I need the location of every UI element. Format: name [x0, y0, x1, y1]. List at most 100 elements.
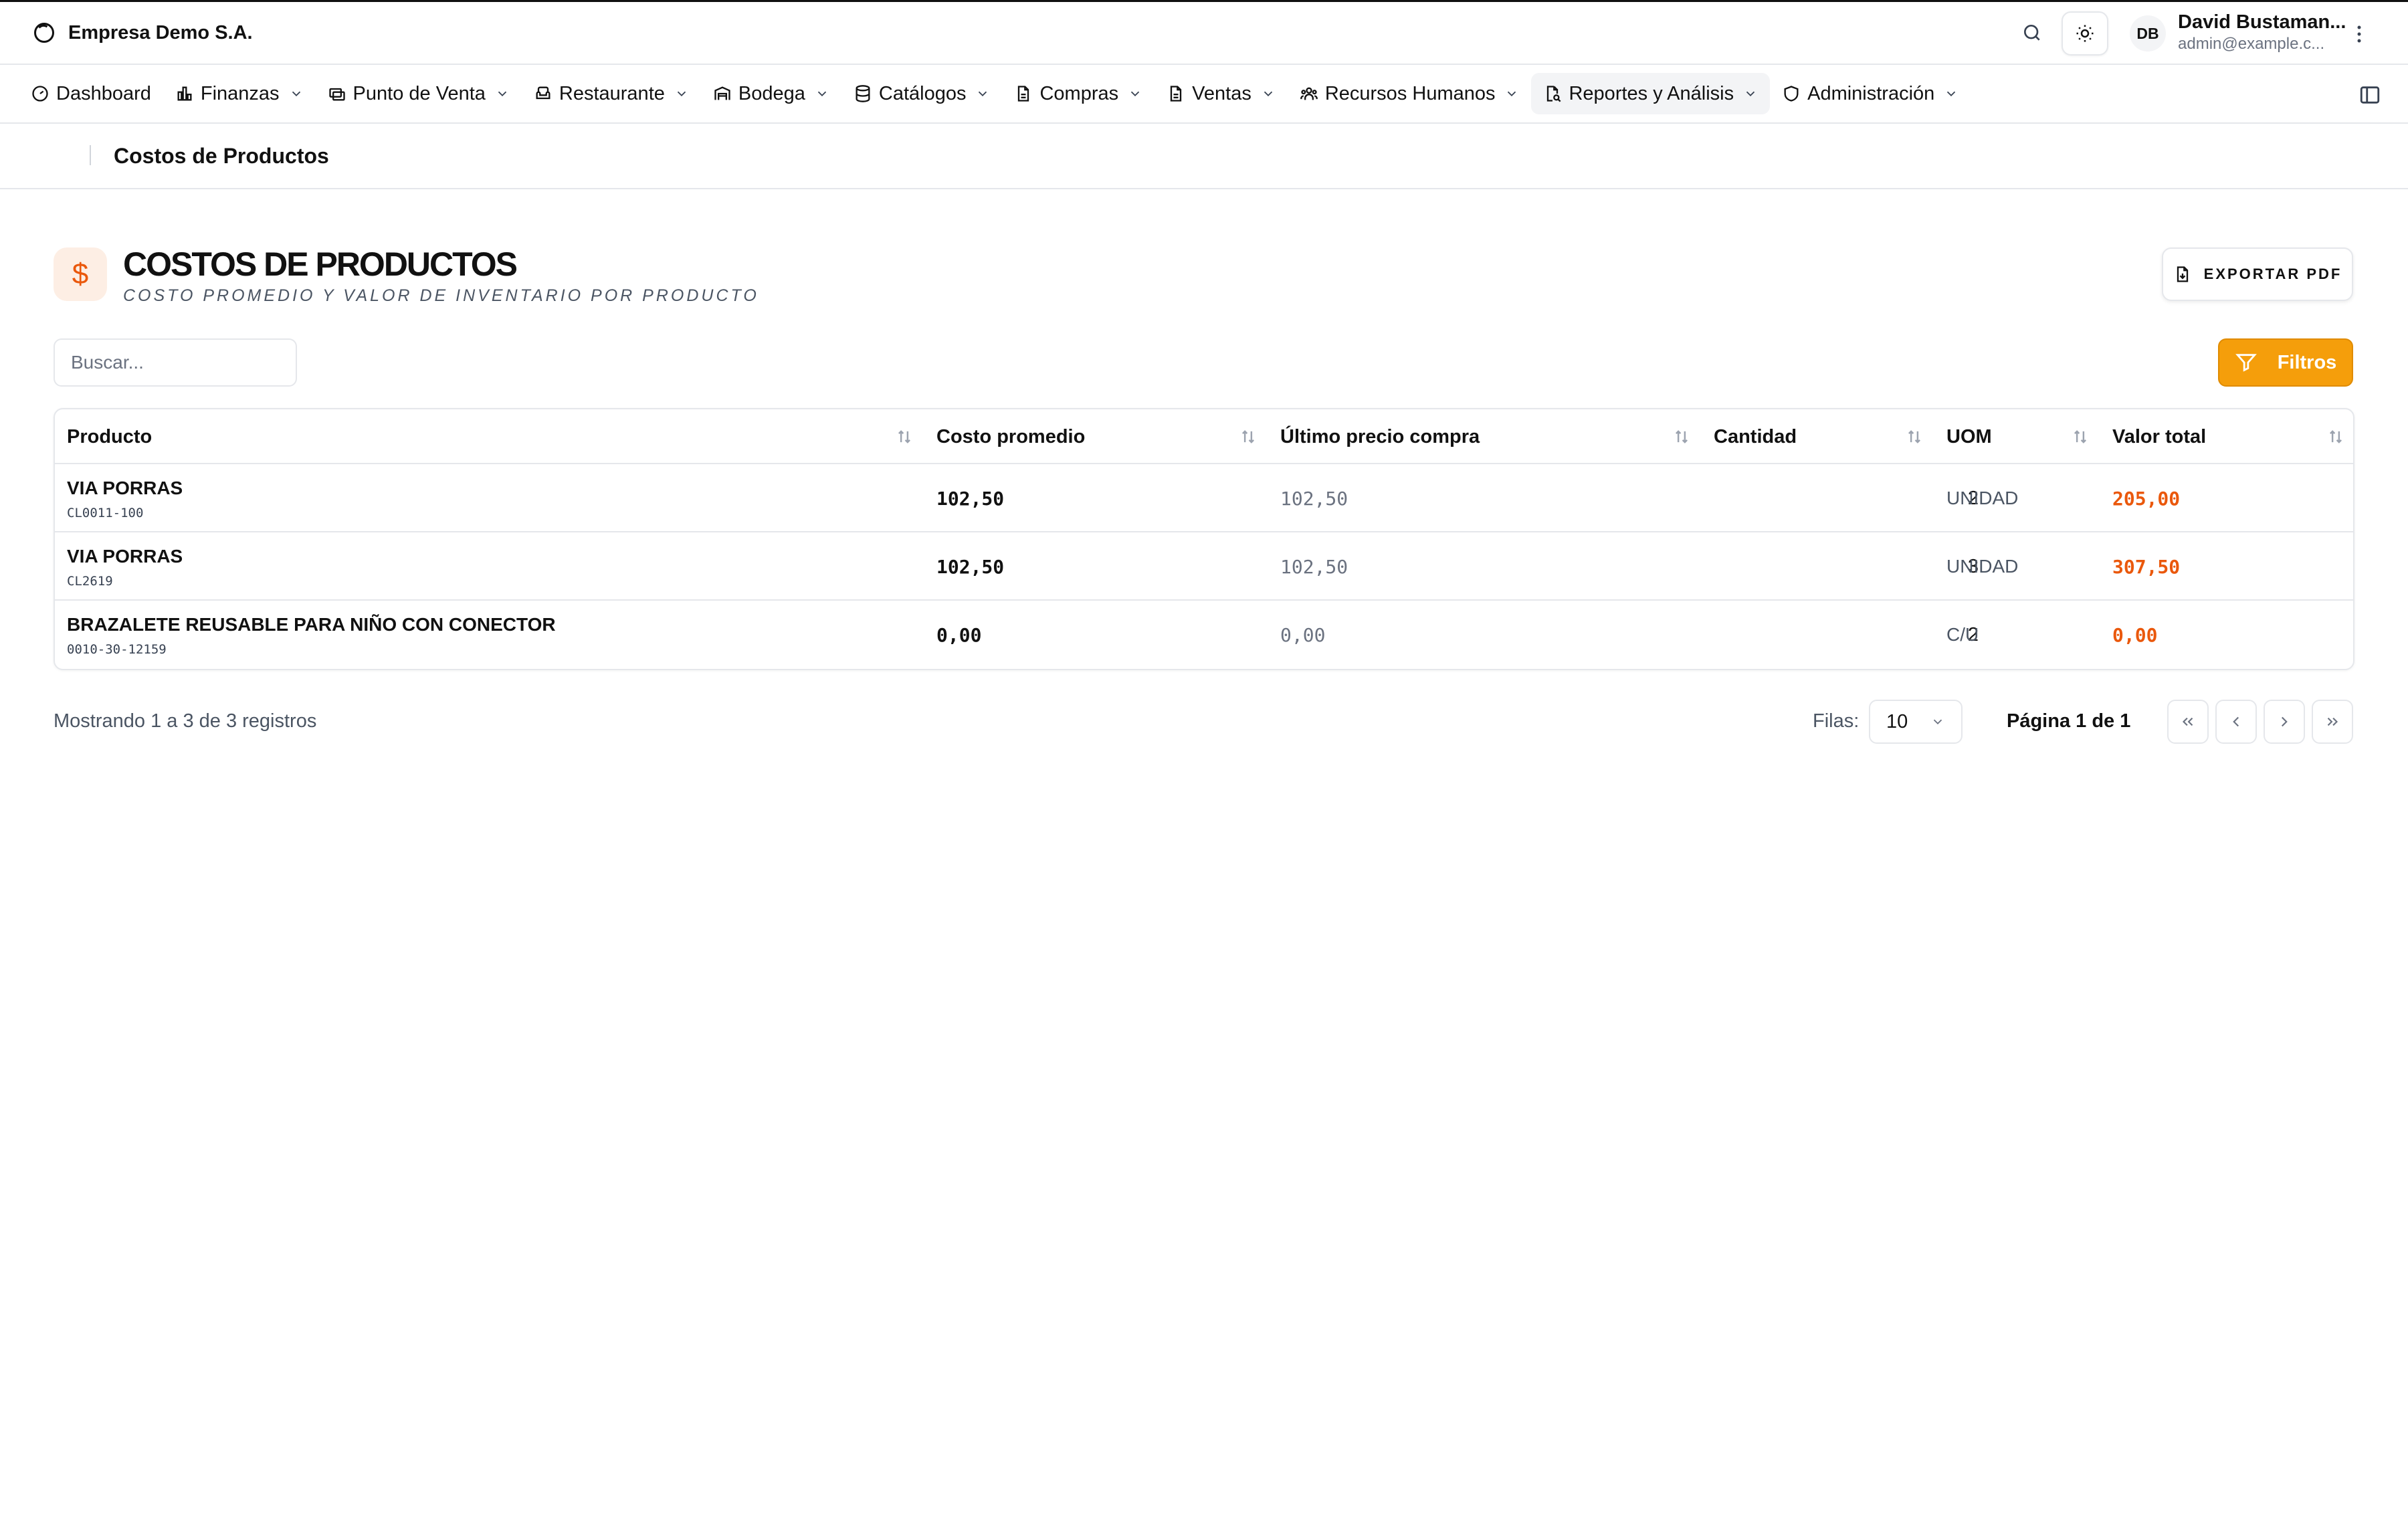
chevrons-left-icon: [2182, 717, 2193, 726]
nav-restaurante[interactable]: Restaurante: [522, 73, 701, 114]
nav-punto-de-venta[interactable]: Punto de Venta: [316, 73, 522, 114]
last-purchase-price: 102,50: [1280, 555, 1348, 578]
nav-catalogos[interactable]: Catálogos: [841, 73, 1003, 114]
page-subtitle: Costo promedio y valor de inventario por…: [123, 286, 759, 305]
shield-icon: [1784, 86, 1799, 102]
warehouse-icon: [714, 86, 730, 100]
more-options-button[interactable]: [2349, 21, 2369, 47]
page-info: Página 1 de 1: [2007, 710, 2131, 732]
search-input[interactable]: [54, 338, 297, 387]
chevrons-right-icon: [2327, 717, 2338, 726]
nav-finanzas[interactable]: Finanzas: [163, 73, 316, 114]
file-download-icon: [2177, 266, 2188, 282]
uom: UNIDAD: [1946, 488, 2019, 508]
quantity: 3: [1967, 555, 1979, 577]
column-header-ultimo-precio[interactable]: Último precio compra: [1280, 409, 1480, 464]
chevron-right-icon: [2281, 716, 2288, 727]
sidebar-toggle-icon[interactable]: [2359, 84, 2381, 106]
chevron-down-icon: [1130, 91, 1140, 97]
column-header-costo-promedio[interactable]: Costo promedio: [936, 409, 1085, 464]
product-code: 0010-30-12159: [67, 642, 167, 657]
avg-cost: 102,50: [936, 555, 1005, 578]
column-header-valor-total[interactable]: Valor total: [2112, 409, 2206, 464]
nav-label: Reportes y Análisis: [1569, 82, 1734, 104]
file-chart-icon: [1547, 86, 1561, 102]
product-name: BRAZALETE REUSABLE PARA NIÑO CON CONECTO…: [67, 614, 556, 635]
nav-ventas[interactable]: Ventas: [1155, 73, 1288, 114]
chevron-down-icon: [979, 91, 987, 97]
table-row[interactable]: VIA PORRAS CL2619 102,50 102,50 3 UNIDAD…: [55, 532, 2353, 601]
rows-per-page-value: 10: [1886, 710, 1908, 732]
chevron-down-icon: [1746, 91, 1755, 97]
nav-reportes-y-analisis[interactable]: Reportes y Análisis: [1531, 73, 1771, 114]
more-vertical-icon: [2357, 25, 2361, 43]
dollar-icon: $: [54, 247, 107, 301]
filters-button[interactable]: Filtros: [2218, 338, 2353, 387]
quantity: 2: [1967, 623, 1979, 645]
last-purchase-price: 102,50: [1280, 487, 1348, 510]
theme-toggle-button[interactable]: [2062, 11, 2108, 56]
company-logo-icon: [34, 23, 54, 43]
previous-page-button[interactable]: [2215, 700, 2257, 744]
sort-icon[interactable]: [2329, 428, 2342, 445]
avg-cost: 0,00: [936, 623, 982, 646]
rows-per-page-select[interactable]: 10: [1869, 700, 1963, 744]
company-switcher[interactable]: Empresa Demo S.A.: [32, 21, 253, 45]
page-title: COSTOS DE PRODUCTOS: [123, 245, 518, 283]
chevron-down-icon: [817, 91, 827, 97]
export-pdf-label: EXPORTAR PDF: [2203, 266, 2342, 282]
filter-icon: [2235, 354, 2257, 372]
uom: C/U: [1946, 624, 1979, 645]
company-name: Empresa Demo S.A.: [68, 21, 253, 43]
product-code: CL0011-100: [67, 506, 144, 520]
sun-icon: [2076, 25, 2094, 42]
document-icon: [1170, 86, 1182, 102]
sort-icon[interactable]: [2074, 428, 2087, 445]
first-page-button[interactable]: [2167, 700, 2209, 744]
armchair-icon: [536, 86, 550, 100]
next-page-button[interactable]: [2264, 700, 2305, 744]
nav-label: Finanzas: [200, 82, 280, 104]
sort-icon[interactable]: [898, 428, 911, 445]
total-value: 205,00: [2112, 487, 2181, 510]
nav-label: Restaurante: [559, 82, 665, 104]
chevron-down-icon: [677, 91, 686, 97]
nav-compras[interactable]: Compras: [1002, 73, 1155, 114]
avg-cost: 102,50: [936, 487, 1005, 510]
nav-recursos-humanos[interactable]: Recursos Humanos: [1288, 73, 1532, 114]
uom: UNIDAD: [1946, 556, 2019, 577]
last-purchase-price: 0,00: [1280, 623, 1326, 646]
search-button[interactable]: [2019, 19, 2045, 46]
app-header: Empresa Demo S.A. DB David Bustaman... a…: [0, 2, 2408, 64]
nav-dashboard[interactable]: Dashboard: [19, 73, 163, 114]
sort-icon[interactable]: [1675, 428, 1688, 445]
avatar[interactable]: DB: [2130, 15, 2166, 52]
user-email: admin@example.c...: [2178, 35, 2325, 53]
user-menu[interactable]: David Bustaman... admin@example.c...: [2178, 11, 2352, 54]
sort-icon[interactable]: [1241, 428, 1255, 445]
chevron-down-icon: [292, 91, 300, 97]
table-row[interactable]: VIA PORRAS CL0011-100 102,50 102,50 2 UN…: [55, 464, 2353, 532]
column-header-producto[interactable]: Producto: [67, 409, 152, 464]
records-count: Mostrando 1 a 3 de 3 registros: [54, 710, 317, 732]
table-row[interactable]: BRAZALETE REUSABLE PARA NIÑO CON CONECTO…: [55, 601, 2353, 669]
breadcrumb-current: Costos de Productos: [114, 144, 329, 168]
breadcrumb-separator: [90, 145, 91, 165]
last-page-button[interactable]: [2312, 700, 2353, 744]
sort-icon[interactable]: [1908, 428, 1921, 445]
export-pdf-button[interactable]: EXPORTAR PDF: [2162, 247, 2353, 301]
column-header-cantidad[interactable]: Cantidad: [1714, 409, 1797, 464]
nav-bodega[interactable]: Bodega: [701, 73, 841, 114]
product-code: CL2619: [67, 574, 113, 589]
filters-label: Filtros: [2277, 351, 2337, 373]
breadcrumb: Costos de Productos: [0, 124, 2408, 189]
product-name: VIA PORRAS: [67, 546, 183, 567]
users-icon: [1300, 87, 1318, 100]
chevron-down-icon: [1947, 91, 1956, 97]
nav-administracion[interactable]: Administración: [1770, 73, 1971, 114]
column-header-uom[interactable]: UOM: [1946, 409, 1992, 464]
register-icon: [328, 88, 345, 101]
nav-label: Compras: [1039, 82, 1119, 104]
chevron-left-icon: [2233, 716, 2239, 727]
main-nav: Dashboard Finanzas Punto de Venta Restau…: [0, 64, 2408, 124]
